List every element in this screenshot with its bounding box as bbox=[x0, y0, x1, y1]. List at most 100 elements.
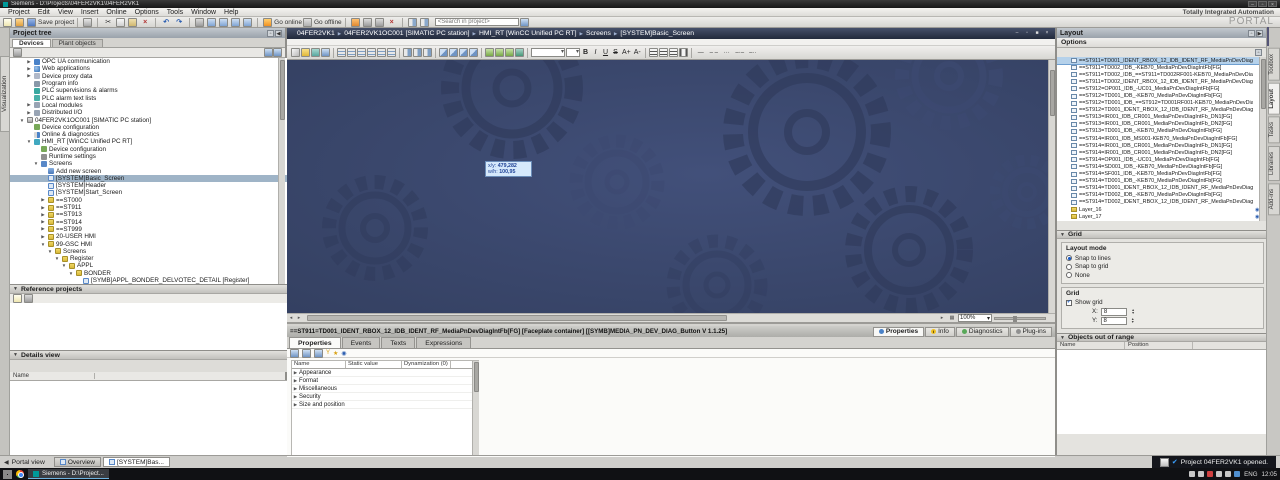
same-width-icon[interactable] bbox=[403, 48, 412, 57]
layer-row[interactable]: ==ST913=IR001_IDB_CR001_MediaPnDevDiagIn… bbox=[1057, 121, 1268, 128]
start-runtime-icon[interactable] bbox=[231, 18, 240, 27]
properties-scrollbar[interactable] bbox=[472, 361, 479, 455]
tree-row[interactable]: [SYMB]APPL_BONDER_DELVOTEC_DETAIL [Regis… bbox=[10, 277, 287, 284]
tab-visualization[interactable]: Visualization bbox=[0, 56, 10, 132]
expander-icon[interactable]: ▶ bbox=[40, 197, 46, 203]
breadcrumb-item[interactable]: ▶ [SYSTEM]Basic_Screen bbox=[611, 30, 694, 37]
compile-icon[interactable] bbox=[195, 18, 204, 27]
tree-row[interactable]: ▶ ==ST913 bbox=[10, 211, 287, 218]
expander-icon[interactable]: ▶ bbox=[292, 402, 299, 408]
menu-item[interactable]: Edit bbox=[34, 9, 54, 16]
screen-canvas[interactable]: x/y: 479,282 w/h: 100,95 bbox=[287, 60, 1048, 313]
tray-icon[interactable] bbox=[1198, 471, 1204, 477]
expander-icon[interactable]: ▶ bbox=[26, 110, 32, 116]
layer-row[interactable]: ==ST914=TD002_IDB_-KEB70_MediaPnDevDiagI… bbox=[1057, 192, 1268, 199]
tree-row[interactable]: ▼ APPL bbox=[10, 262, 287, 269]
tree-row[interactable]: [SYSTEM]Basic_Screen bbox=[10, 175, 287, 182]
layer-row[interactable]: ==ST912=OP001_IDB_-UC01_MediaPnDevDiagIn… bbox=[1057, 85, 1268, 92]
animations-icon[interactable] bbox=[505, 48, 514, 57]
upload-from-device-icon[interactable] bbox=[219, 18, 228, 27]
menu-item[interactable]: Tools bbox=[163, 9, 187, 16]
tree-row[interactable]: ▼ Screens bbox=[10, 248, 287, 255]
group-icon[interactable] bbox=[459, 48, 468, 57]
menu-item[interactable]: Online bbox=[102, 9, 130, 16]
tree-row[interactable]: ▶ ==ST999 bbox=[10, 226, 287, 233]
tab-order-icon[interactable] bbox=[515, 48, 524, 57]
tree-row[interactable]: ▶ ==ST911 bbox=[10, 204, 287, 211]
expander-icon[interactable]: ▼ bbox=[61, 263, 67, 268]
palette-tab[interactable]: Tasks bbox=[1268, 116, 1280, 143]
collapse-panel-icon[interactable]: ◀ bbox=[275, 30, 282, 37]
ungroup-icon[interactable] bbox=[469, 48, 478, 57]
collapse-palette-icon[interactable]: ▶ bbox=[1256, 30, 1263, 37]
breadcrumb-item[interactable]: ▶ Screens bbox=[576, 30, 610, 37]
stop-runtime-icon[interactable] bbox=[243, 18, 252, 27]
eye-icon[interactable]: ◉ bbox=[341, 350, 346, 357]
toggle-grid-icon[interactable]: ▦ bbox=[948, 315, 956, 321]
italic-button[interactable]: I bbox=[591, 48, 600, 58]
tray-icon[interactable] bbox=[1189, 471, 1195, 477]
redo-icon[interactable]: ↷ bbox=[174, 18, 184, 27]
float-palette-icon[interactable]: ▫ bbox=[1248, 30, 1255, 37]
menu-item[interactable]: View bbox=[54, 9, 77, 16]
tree-view-icon[interactable] bbox=[264, 48, 273, 57]
column-header[interactable]: Static value bbox=[346, 361, 402, 368]
line-style-dashdot-icon[interactable]: –·– bbox=[734, 48, 746, 58]
layer-row[interactable]: ==ST911=TD002_IDENT_RBOX_12_IDB_IDENT_RF… bbox=[1057, 78, 1268, 85]
menu-item[interactable]: Insert bbox=[77, 9, 103, 16]
column-header[interactable]: Position bbox=[1125, 342, 1193, 349]
cross-references-icon[interactable] bbox=[363, 18, 372, 27]
expander-icon[interactable]: ▶ bbox=[292, 378, 299, 384]
strikethrough-button[interactable]: S bbox=[611, 48, 620, 58]
open-project-icon[interactable] bbox=[15, 18, 24, 27]
tree-row[interactable]: Program info bbox=[10, 80, 287, 87]
same-height-icon[interactable] bbox=[413, 48, 422, 57]
align-center-vertical-icon[interactable] bbox=[347, 48, 356, 57]
expander-icon[interactable]: ▶ bbox=[26, 73, 32, 79]
radio-icon[interactable] bbox=[1066, 264, 1072, 270]
menu-item[interactable]: Options bbox=[131, 9, 163, 16]
grid-section-header[interactable]: ▼ Grid bbox=[1057, 230, 1268, 239]
layout-mode-option[interactable]: Snap to lines bbox=[1066, 254, 1259, 263]
project-tree-tab[interactable]: Devices bbox=[12, 39, 51, 47]
expander-icon[interactable]: ▶ bbox=[40, 219, 46, 225]
expand-options-icon[interactable]: ▫ bbox=[1255, 49, 1262, 56]
pen-style-icon[interactable] bbox=[311, 48, 320, 57]
canvas-horizontal-scrollbar[interactable]: ◂ ▸ ▸ ▦ 100%▾ bbox=[287, 313, 1055, 322]
go-offline-button[interactable] bbox=[303, 18, 312, 27]
layer-row[interactable]: ==ST913=TD001_IDB_-KEB70_MediaPnDevDiagI… bbox=[1057, 128, 1268, 135]
download-to-device-icon[interactable] bbox=[207, 18, 216, 27]
language-indicator[interactable]: ENG bbox=[1244, 471, 1257, 478]
remove-icon[interactable]: × bbox=[387, 18, 397, 27]
tray-icon[interactable] bbox=[1216, 471, 1222, 477]
expander-icon[interactable]: ▶ bbox=[292, 370, 299, 376]
property-row[interactable]: ▶ Format bbox=[292, 377, 478, 385]
bring-to-front-icon[interactable] bbox=[439, 48, 448, 57]
inspector-tab[interactable]: Expressions bbox=[416, 337, 471, 348]
palette-tab[interactable]: Toolbox bbox=[1268, 48, 1280, 81]
maximize-editor-button[interactable]: ■ bbox=[1033, 30, 1041, 37]
bold-button[interactable]: B bbox=[581, 48, 590, 58]
column-header[interactable]: Dynamization (0) bbox=[402, 361, 451, 368]
tree-row[interactable]: ▼ HMI_RT [WinCC Unified PC RT] bbox=[10, 138, 287, 145]
tree-row[interactable]: ▼ Register bbox=[10, 255, 287, 262]
property-row[interactable]: ▶ Size and position bbox=[292, 401, 478, 409]
paste-icon[interactable] bbox=[128, 18, 137, 27]
close-editor-button[interactable]: × bbox=[1043, 30, 1051, 37]
layer-row[interactable]: ==ST914=IR001_IDB_CR001_MediaPnDevDiagIn… bbox=[1057, 149, 1268, 156]
inspector-view-tab[interactable]: i Info bbox=[925, 327, 955, 337]
radio-icon[interactable] bbox=[1066, 272, 1072, 278]
tray-icon[interactable] bbox=[1207, 471, 1213, 477]
tree-row[interactable]: Add new screen bbox=[10, 167, 287, 174]
layout-mode-option[interactable]: Snap to grid bbox=[1066, 263, 1259, 272]
expander-icon[interactable]: ▶ bbox=[40, 226, 46, 232]
property-row[interactable]: ▶ Miscellaneous bbox=[292, 385, 478, 393]
objects-out-of-range-header[interactable]: ▼ Objects out of range bbox=[1057, 333, 1268, 342]
tree-row[interactable]: ▼ Screens bbox=[10, 160, 287, 167]
tree-row[interactable]: ▶ ==ST914 bbox=[10, 219, 287, 226]
inspector-view-tab[interactable]: Properties bbox=[873, 327, 924, 337]
expander-icon[interactable]: ▼ bbox=[68, 271, 74, 276]
search-help-icon[interactable] bbox=[520, 18, 529, 27]
close-button[interactable]: × bbox=[1268, 1, 1277, 7]
editor-window-button[interactable]: Overview bbox=[54, 457, 101, 467]
